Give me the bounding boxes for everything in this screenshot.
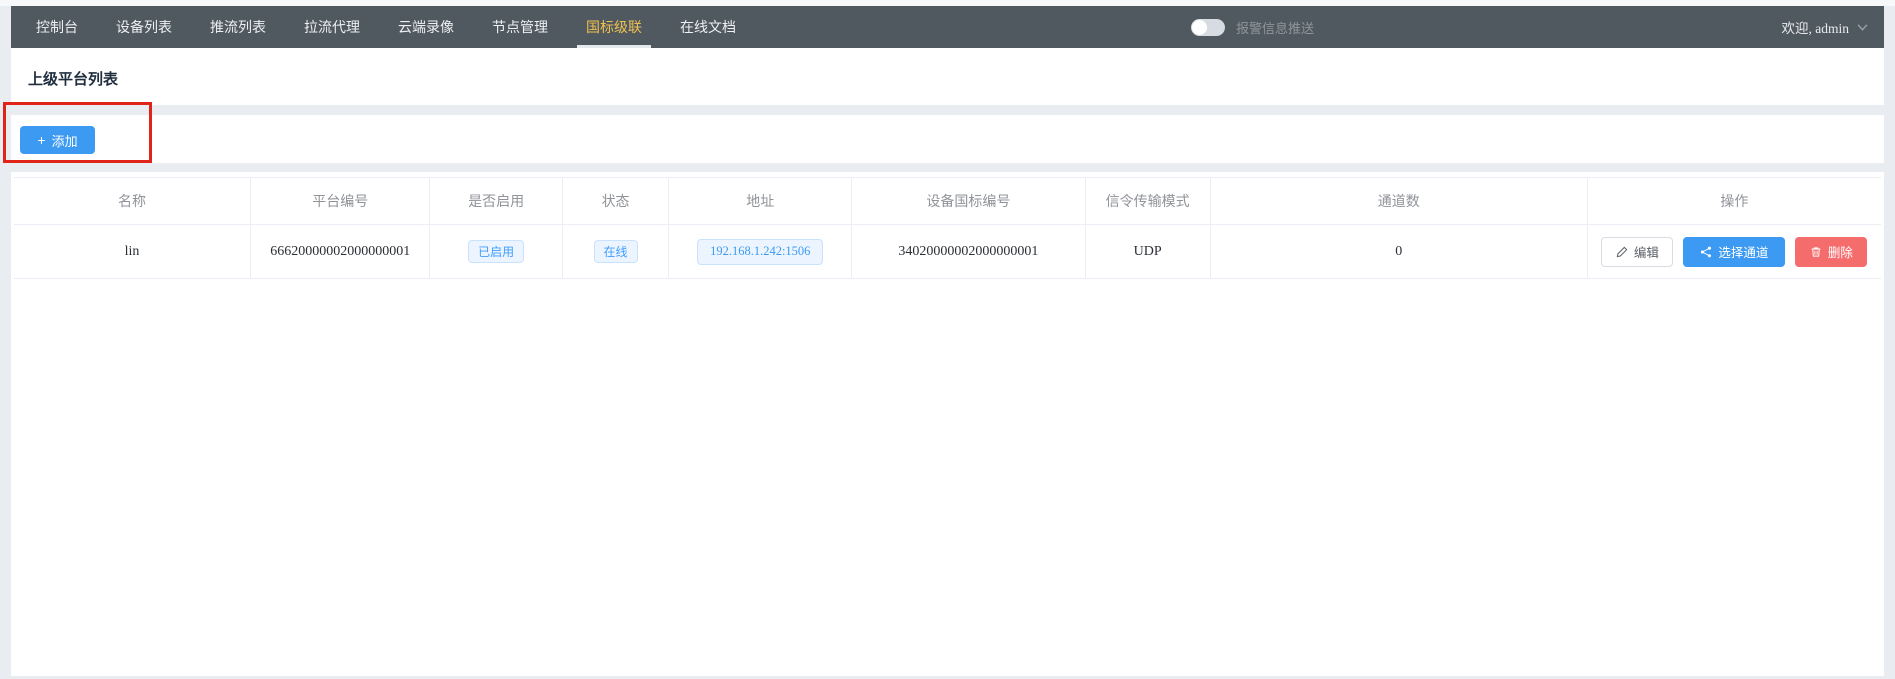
toolbar-panel: + 添加 [11, 115, 1884, 163]
cell-transport: UDP [1086, 225, 1211, 278]
alarm-push-group: 报警信息推送 [1191, 6, 1314, 48]
tab-online-docs[interactable]: 在线文档 [661, 6, 755, 48]
cell-platform-id: 66620000002000000001 [251, 225, 430, 278]
welcome-text: 欢迎, admin [1782, 17, 1850, 37]
col-header-name: 名称 [14, 178, 251, 224]
cell-device-gb-id: 34020000002000000001 [852, 225, 1085, 278]
col-header-channels: 通道数 [1211, 178, 1588, 224]
table-header-row: 名称 平台编号 是否启用 状态 地址 设备国标编号 信令传输模式 通道数 操作 [14, 178, 1881, 225]
cell-name: lin [14, 225, 251, 278]
nav-tabs: 控制台 设备列表 推流列表 拉流代理 云端录像 节点管理 国标级联 在线文档 [11, 6, 755, 48]
edit-button-label: 编辑 [1634, 242, 1659, 261]
cell-channels: 0 [1211, 225, 1588, 278]
select-channel-button[interactable]: 选择通道 [1683, 237, 1785, 267]
tab-push-list[interactable]: 推流列表 [191, 6, 285, 48]
tab-cloud-record[interactable]: 云端录像 [379, 6, 473, 48]
top-navbar: 控制台 设备列表 推流列表 拉流代理 云端录像 节点管理 国标级联 在线文档 报… [11, 6, 1884, 48]
add-button[interactable]: + 添加 [20, 126, 95, 154]
col-header-address: 地址 [669, 178, 852, 224]
cell-operations: 编辑 选择通道 删除 [1588, 225, 1881, 278]
table-panel: 名称 平台编号 是否启用 状态 地址 设备国标编号 信令传输模式 通道数 操作 … [11, 172, 1884, 676]
col-header-enabled: 是否启用 [430, 178, 563, 224]
status-badge: 在线 [594, 240, 638, 263]
title-panel: 上级平台列表 [11, 48, 1884, 105]
col-header-platform-id: 平台编号 [251, 178, 430, 224]
edit-button[interactable]: 编辑 [1601, 237, 1673, 267]
address-chip[interactable]: 192.168.1.242:1506 [697, 239, 823, 265]
page-title: 上级平台列表 [28, 68, 118, 89]
select-channel-label: 选择通道 [1718, 242, 1768, 261]
alarm-push-label: 报警信息推送 [1236, 18, 1314, 37]
chevron-down-icon [1857, 24, 1868, 31]
table-row: lin 66620000002000000001 已启用 在线 192.168.… [14, 225, 1881, 279]
toggle-knob [1192, 20, 1207, 35]
tab-device-list[interactable]: 设备列表 [97, 6, 191, 48]
tab-node-manage[interactable]: 节点管理 [473, 6, 567, 48]
delete-button-label: 删除 [1828, 242, 1853, 261]
add-button-label: 添加 [52, 131, 78, 150]
share-icon [1700, 246, 1712, 258]
delete-button[interactable]: 删除 [1795, 237, 1867, 267]
col-header-device-gb-id: 设备国标编号 [852, 178, 1085, 224]
platform-table: 名称 平台编号 是否启用 状态 地址 设备国标编号 信令传输模式 通道数 操作 … [14, 177, 1881, 279]
col-header-operations: 操作 [1588, 178, 1881, 224]
enabled-badge: 已启用 [468, 240, 524, 263]
tab-pull-proxy[interactable]: 拉流代理 [285, 6, 379, 48]
col-header-transport: 信令传输模式 [1086, 178, 1211, 224]
alarm-push-toggle[interactable] [1191, 19, 1225, 36]
trash-icon [1810, 246, 1822, 258]
user-menu[interactable]: 欢迎, admin [1782, 6, 1869, 48]
cell-status: 在线 [563, 225, 669, 278]
cell-enabled: 已启用 [430, 225, 563, 278]
cell-address: 192.168.1.242:1506 [669, 225, 852, 278]
tab-gb-cascade[interactable]: 国标级联 [567, 6, 661, 48]
tab-console[interactable]: 控制台 [17, 6, 97, 48]
col-header-status: 状态 [563, 178, 669, 224]
plus-icon: + [37, 133, 45, 147]
pencil-icon [1616, 246, 1628, 258]
